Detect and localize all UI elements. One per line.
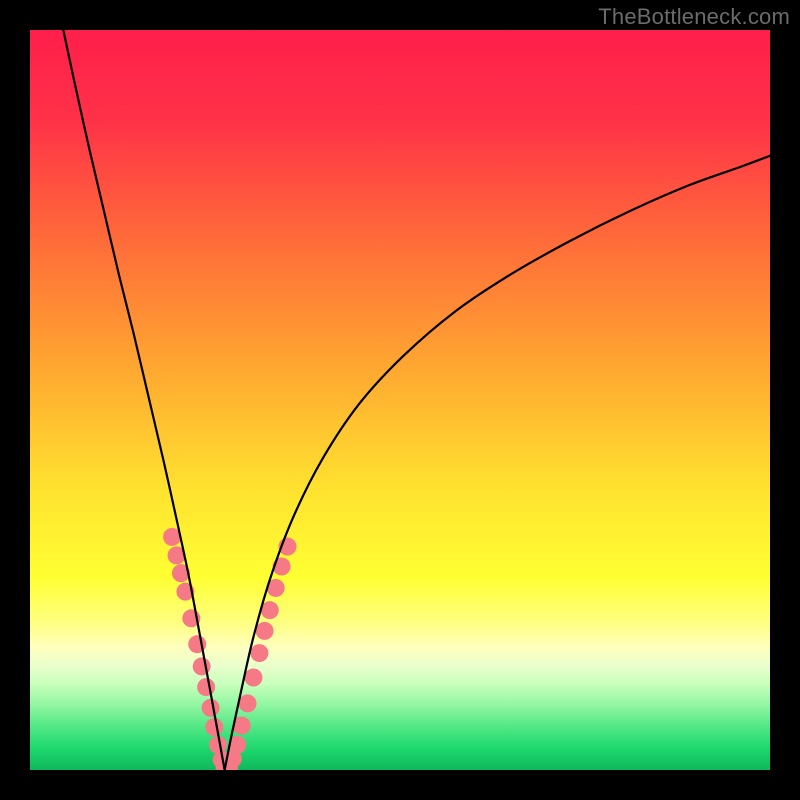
marker-dot [202, 699, 220, 717]
plot-area [30, 30, 770, 770]
chart-svg [30, 30, 770, 770]
marker-dot [250, 644, 268, 662]
chart-frame: TheBottleneck.com [0, 0, 800, 800]
marker-dot [239, 694, 257, 712]
watermark-label: TheBottleneck.com [598, 4, 790, 30]
marker-dot [256, 622, 274, 640]
marker-dot [244, 669, 262, 687]
marker-dot [197, 678, 215, 696]
gradient-background [30, 30, 770, 770]
marker-dot [205, 718, 223, 736]
